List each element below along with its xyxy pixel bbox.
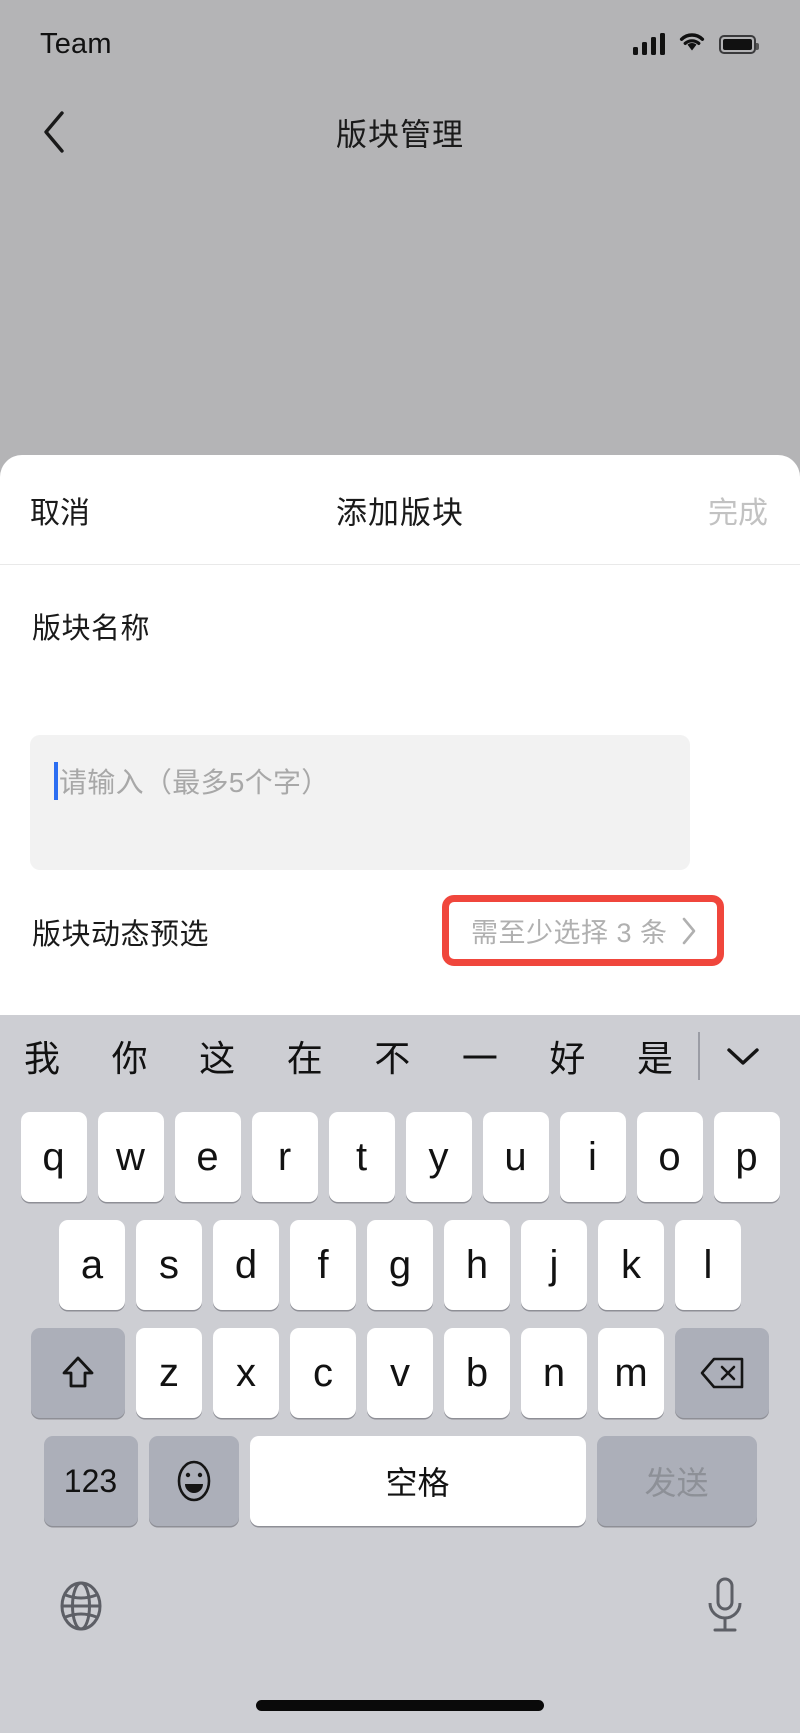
candidate-list: 我 你 这 在 不 一 好 是	[18, 1030, 694, 1082]
carrier-label: Team	[40, 27, 112, 60]
shift-key[interactable]	[31, 1328, 125, 1418]
shift-arrow-icon	[62, 1356, 94, 1388]
preselect-row[interactable]: 版块动态预选 需至少选择 3 条	[0, 895, 800, 985]
nav-bar: 版块管理	[0, 88, 800, 176]
done-button[interactable]: 完成	[708, 488, 768, 532]
key-x[interactable]: x	[213, 1328, 279, 1418]
preselect-value-highlight[interactable]: 需至少选择 3 条	[442, 895, 724, 966]
input-content: 请输入（最多5个字）	[54, 761, 330, 801]
numeric-key[interactable]: 123	[43, 1436, 138, 1526]
chevron-down-icon	[727, 1048, 759, 1065]
home-indicator-bar	[256, 1700, 544, 1711]
key-l[interactable]: l	[675, 1220, 741, 1310]
candidate-item[interactable]: 你	[106, 1030, 155, 1082]
candidate-item[interactable]: 我	[18, 1030, 67, 1082]
keyboard-row-1: q w e r t y u i o p	[0, 1097, 800, 1202]
key-z[interactable]: z	[136, 1328, 202, 1418]
collapse-candidates-button[interactable]	[704, 1043, 782, 1069]
candidate-item[interactable]: 好	[543, 1030, 592, 1082]
signal-bars-icon	[632, 33, 665, 55]
candidate-item[interactable]: 是	[631, 1030, 680, 1082]
key-t[interactable]: t	[328, 1112, 395, 1202]
key-b[interactable]: b	[444, 1328, 510, 1418]
modal-backdrop[interactable]	[0, 176, 800, 455]
text-caret	[54, 762, 58, 800]
key-w[interactable]: w	[97, 1112, 164, 1202]
globe-icon	[60, 1581, 102, 1630]
key-y[interactable]: y	[405, 1112, 472, 1202]
divider	[698, 1032, 700, 1080]
key-m[interactable]: m	[598, 1328, 664, 1418]
keyboard-row-3: z x c v b n m	[0, 1328, 800, 1418]
key-k[interactable]: k	[598, 1220, 664, 1310]
sheet-title: 添加版块	[336, 495, 464, 530]
microphone-icon	[708, 1577, 742, 1631]
key-u[interactable]: u	[482, 1112, 549, 1202]
key-h[interactable]: h	[444, 1220, 510, 1310]
section-name-input[interactable]: 请输入（最多5个字）	[30, 735, 690, 870]
backspace-icon	[700, 1357, 744, 1389]
backspace-key[interactable]	[675, 1328, 769, 1418]
key-d[interactable]: d	[213, 1220, 279, 1310]
emoji-key[interactable]	[148, 1436, 239, 1526]
key-o[interactable]: o	[636, 1112, 703, 1202]
phone-screen: Team 版块管理 取消 添加版块 完成 版块名称 请输入（最多5个字） 版块动…	[0, 0, 800, 1733]
add-section-sheet: 取消 添加版块 完成 版块名称 请输入（最多5个字） 版块动态预选 需至少选择 …	[0, 455, 800, 1015]
key-p[interactable]: p	[713, 1112, 780, 1202]
candidate-bar: 我 你 这 在 不 一 好 是	[0, 1015, 800, 1097]
key-s[interactable]: s	[136, 1220, 202, 1310]
section-name-placeholder: 请输入（最多5个字）	[59, 767, 330, 798]
status-icons	[632, 31, 759, 58]
page-title: 版块管理	[336, 117, 464, 153]
candidate-item[interactable]: 不	[368, 1030, 417, 1082]
dictation-key[interactable]	[702, 1575, 748, 1642]
battery-full-icon	[719, 34, 759, 54]
key-a[interactable]: a	[59, 1220, 125, 1310]
key-j[interactable]: j	[521, 1220, 587, 1310]
status-bar: Team	[0, 0, 800, 88]
smiley-face-icon	[177, 1460, 210, 1502]
globe-key[interactable]	[52, 1577, 110, 1640]
key-v[interactable]: v	[367, 1328, 433, 1418]
key-q[interactable]: q	[20, 1112, 87, 1202]
preselect-value: 需至少选择 3 条	[471, 918, 668, 948]
key-r[interactable]: r	[251, 1112, 318, 1202]
candidate-item[interactable]: 在	[281, 1030, 330, 1082]
key-i[interactable]: i	[559, 1112, 626, 1202]
keyboard-row-4: 123 空格 发送	[0, 1436, 800, 1526]
candidate-item[interactable]: 一	[456, 1030, 505, 1082]
send-key[interactable]: 发送	[596, 1436, 757, 1526]
key-f[interactable]: f	[290, 1220, 356, 1310]
virtual-keyboard: 我 你 这 在 不 一 好 是 q w e r t y u i o p a s …	[0, 1015, 800, 1733]
space-key[interactable]: 空格	[249, 1436, 586, 1526]
sheet-header: 取消 添加版块 完成	[0, 455, 800, 565]
key-c[interactable]: c	[290, 1328, 356, 1418]
preselect-label: 版块动态预选	[32, 919, 210, 951]
chevron-right-icon	[680, 916, 698, 946]
keyboard-utility-row	[0, 1544, 800, 1672]
wifi-icon	[677, 31, 707, 58]
section-name-label: 版块名称	[32, 613, 151, 645]
candidate-item[interactable]: 这	[193, 1030, 242, 1082]
key-e[interactable]: e	[174, 1112, 241, 1202]
key-n[interactable]: n	[521, 1328, 587, 1418]
keyboard-row-2: a s d f g h j k l	[0, 1220, 800, 1310]
key-g[interactable]: g	[367, 1220, 433, 1310]
